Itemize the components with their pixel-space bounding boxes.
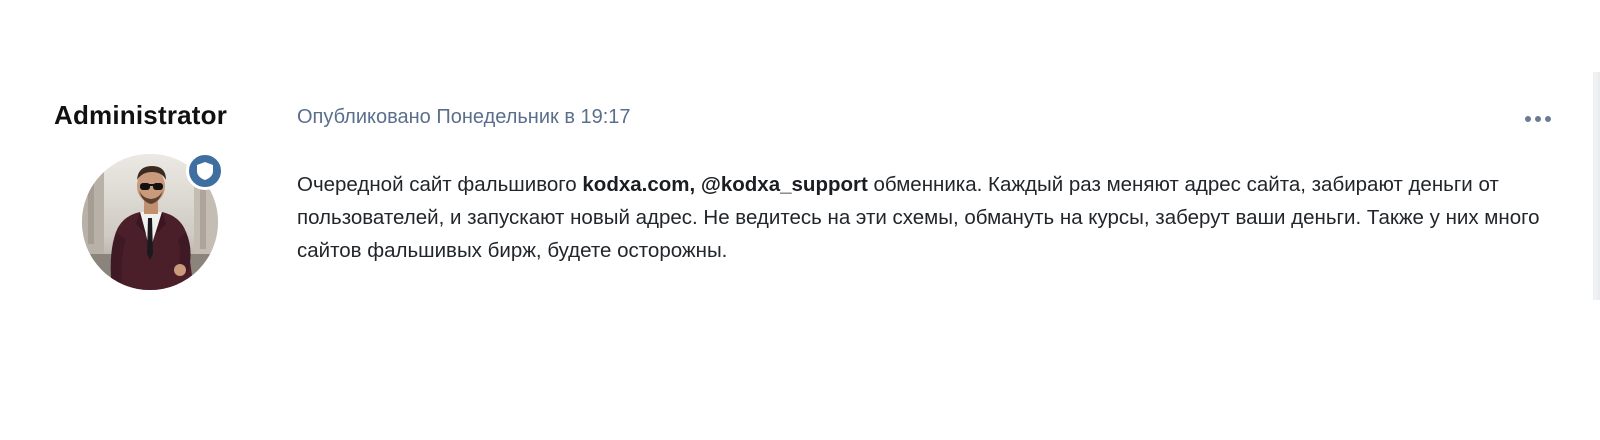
post-text-part-1: Очередной сайт фальшивого (297, 173, 583, 196)
forum-post: Administrator Опубликовано Понедельник в… (0, 72, 1600, 302)
ellipsis-icon-dot (1535, 116, 1541, 122)
post-timestamp[interactable]: Опубликовано Понедельник в 19:17 (297, 106, 631, 129)
author-avatar-container[interactable] (82, 152, 224, 290)
author-name[interactable]: Administrator (54, 100, 227, 131)
moderator-badge (186, 152, 224, 190)
ellipsis-icon-dot (1545, 116, 1551, 122)
post-text-bold: kodxa.com, @kodxa_support (582, 173, 868, 196)
more-options-button[interactable] (1520, 108, 1556, 130)
scroll-edge (1593, 72, 1600, 300)
post-content: Очередной сайт фальшивого kodxa.com, @ko… (297, 168, 1547, 267)
shield-icon (197, 162, 213, 180)
ellipsis-icon-dot (1525, 116, 1531, 122)
